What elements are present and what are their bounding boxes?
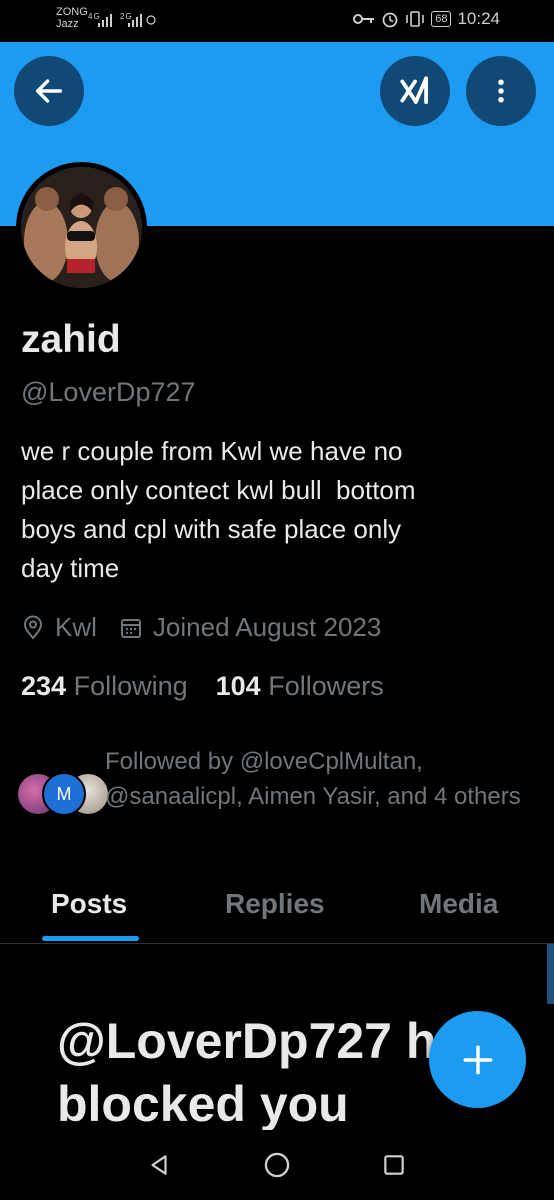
following-label: Following	[73, 671, 188, 701]
compose-button[interactable]	[429, 1011, 526, 1108]
carrier-1: ZONG	[56, 6, 88, 18]
profile-page: ZONG Jazz 4G 2G 68 10:24 zahid @LoverDp7…	[0, 0, 554, 1200]
back-button[interactable]	[14, 56, 84, 126]
signal-icon: 4G 2G	[88, 10, 158, 33]
followers-count: 104	[215, 671, 261, 701]
profile-avatar[interactable]	[16, 162, 147, 293]
profile-name: zahid	[21, 318, 121, 361]
nav-home-button[interactable]	[262, 1150, 292, 1180]
circle-home-icon	[264, 1152, 290, 1178]
network-1-label: 4G	[88, 12, 101, 21]
nav-back-button[interactable]	[144, 1150, 174, 1180]
active-tab-indicator	[42, 936, 139, 941]
followed-by-text[interactable]: Followed by @loveCplMultan, @sanaalicpl,…	[105, 744, 525, 814]
following-link[interactable]: 234 Following	[21, 671, 188, 702]
clock: 10:24	[457, 9, 500, 28]
battery-icon: 68	[431, 11, 452, 27]
profile-meta: Kwl Joined August 2023	[21, 612, 403, 643]
vibrate-icon	[406, 11, 425, 27]
join-date-text: Joined August 2023	[152, 612, 382, 642]
tab-posts[interactable]: Posts	[51, 888, 127, 920]
alarm-icon	[382, 12, 398, 28]
key-icon	[353, 14, 375, 24]
scrollbar[interactable]	[547, 944, 554, 1004]
followers-link[interactable]: 104 Followers	[216, 671, 384, 702]
status-icons: 68 10:24	[353, 9, 500, 29]
following-count: 234	[21, 671, 67, 701]
nav-recents-button[interactable]	[379, 1150, 409, 1180]
join-date: Joined August 2023	[119, 612, 381, 643]
profile-handle: @LoverDp727	[21, 377, 196, 407]
blocked-message-text: @LoverDp727 h blocked you	[57, 1013, 437, 1132]
location-pin-icon	[21, 615, 45, 641]
network-2-label: 2G	[120, 12, 133, 21]
more-options-button[interactable]	[466, 56, 536, 126]
square-recents-icon	[384, 1155, 404, 1175]
followers-label: Followers	[268, 671, 384, 701]
avatar-image	[21, 167, 142, 288]
calendar-icon	[119, 616, 143, 640]
follow-counts: 234 Following 104 Followers	[21, 671, 384, 702]
mutual-followers-avatars[interactable]: M	[16, 772, 110, 816]
tab-media[interactable]: Media	[419, 888, 498, 920]
profile-bio: we r couple from Kwl we have no place on…	[21, 436, 416, 583]
arrow-left-icon	[35, 79, 63, 103]
status-bar: ZONG Jazz 4G 2G 68 10:24	[0, 0, 554, 42]
profile-tabs: Posts Replies Media	[0, 870, 554, 944]
avatar: M	[42, 772, 86, 816]
grok-icon	[400, 76, 428, 104]
grok-button[interactable]	[380, 56, 450, 126]
more-vertical-icon	[498, 79, 504, 103]
carrier-info: ZONG Jazz	[56, 6, 88, 30]
plus-icon	[463, 1045, 492, 1074]
carrier-2: Jazz	[56, 18, 79, 30]
triangle-back-icon	[151, 1155, 167, 1175]
tab-replies[interactable]: Replies	[225, 888, 325, 920]
system-nav-bar	[0, 1130, 554, 1200]
location: Kwl	[21, 612, 97, 643]
location-text: Kwl	[55, 612, 97, 642]
